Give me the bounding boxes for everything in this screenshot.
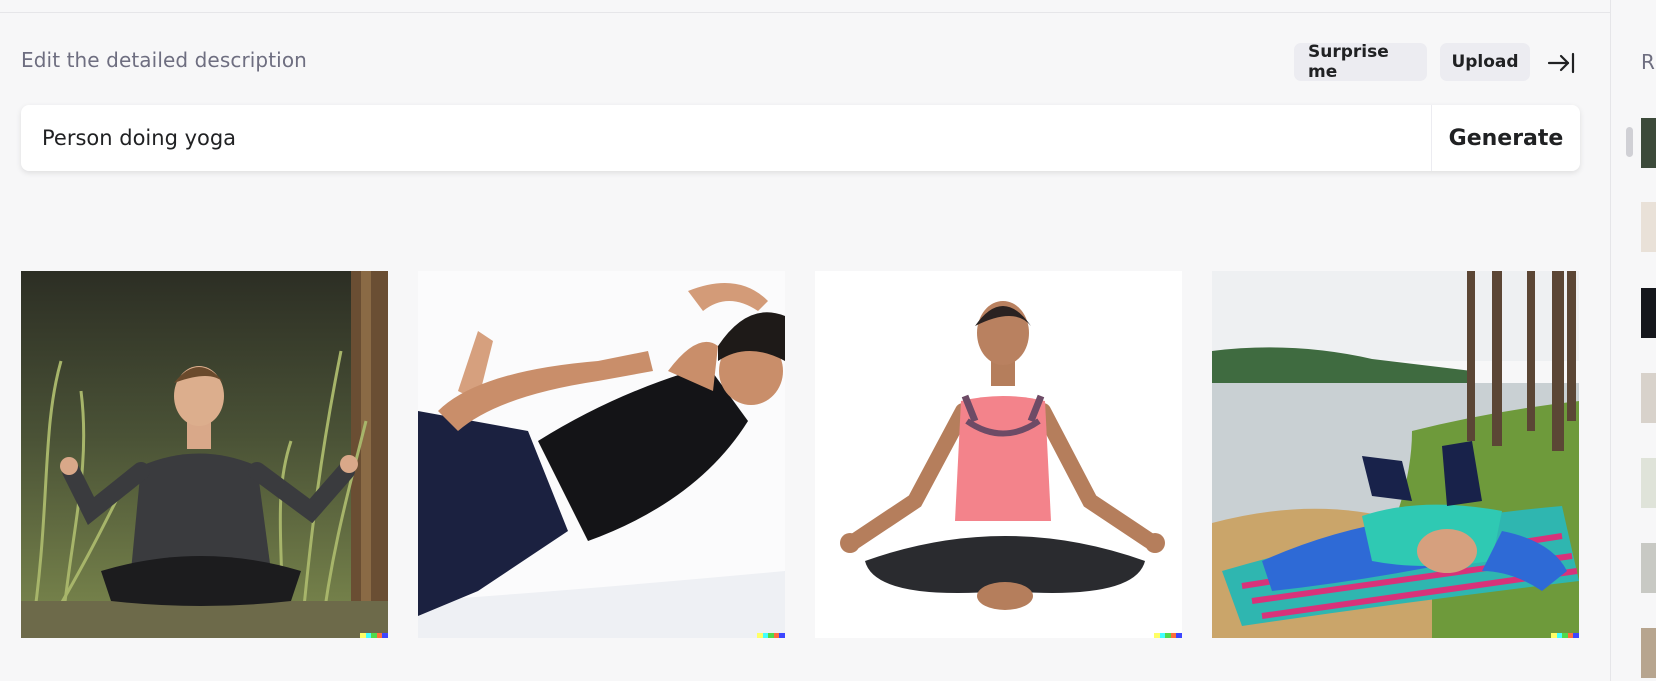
history-thumbnail[interactable] bbox=[1641, 288, 1656, 338]
prompt-box: Person doing yoga Generate bbox=[21, 105, 1580, 171]
signature-mark bbox=[757, 633, 785, 638]
signature-mark bbox=[1154, 633, 1182, 638]
history-thumbnail[interactable] bbox=[1641, 202, 1656, 252]
history-thumbnail[interactable] bbox=[1641, 373, 1656, 423]
result-image-1[interactable] bbox=[21, 271, 388, 638]
generate-button[interactable]: Generate bbox=[1432, 126, 1580, 151]
result-image-2[interactable] bbox=[418, 271, 785, 638]
editor-panel: Edit the detailed description Surprise m… bbox=[0, 0, 1610, 681]
prompt-input[interactable]: Person doing yoga bbox=[21, 126, 1431, 150]
sidebar-scrollbar[interactable] bbox=[1626, 127, 1633, 157]
upload-button[interactable]: Upload bbox=[1440, 43, 1530, 81]
arrow-to-right-icon[interactable] bbox=[1546, 48, 1576, 78]
signature-mark bbox=[1551, 633, 1579, 638]
history-thumbnail[interactable] bbox=[1641, 543, 1656, 593]
signature-mark bbox=[360, 633, 388, 638]
history-thumbnail[interactable] bbox=[1641, 458, 1656, 508]
history-sidebar: R bbox=[1611, 0, 1656, 681]
history-thumbnail[interactable] bbox=[1641, 628, 1656, 678]
sidebar-title: R bbox=[1641, 50, 1655, 74]
page-title: Edit the detailed description bbox=[21, 48, 307, 72]
surprise-me-button[interactable]: Surprise me bbox=[1294, 42, 1427, 82]
result-image-4[interactable] bbox=[1212, 271, 1579, 638]
history-thumbnail[interactable] bbox=[1641, 118, 1656, 168]
result-image-3[interactable] bbox=[815, 271, 1182, 638]
